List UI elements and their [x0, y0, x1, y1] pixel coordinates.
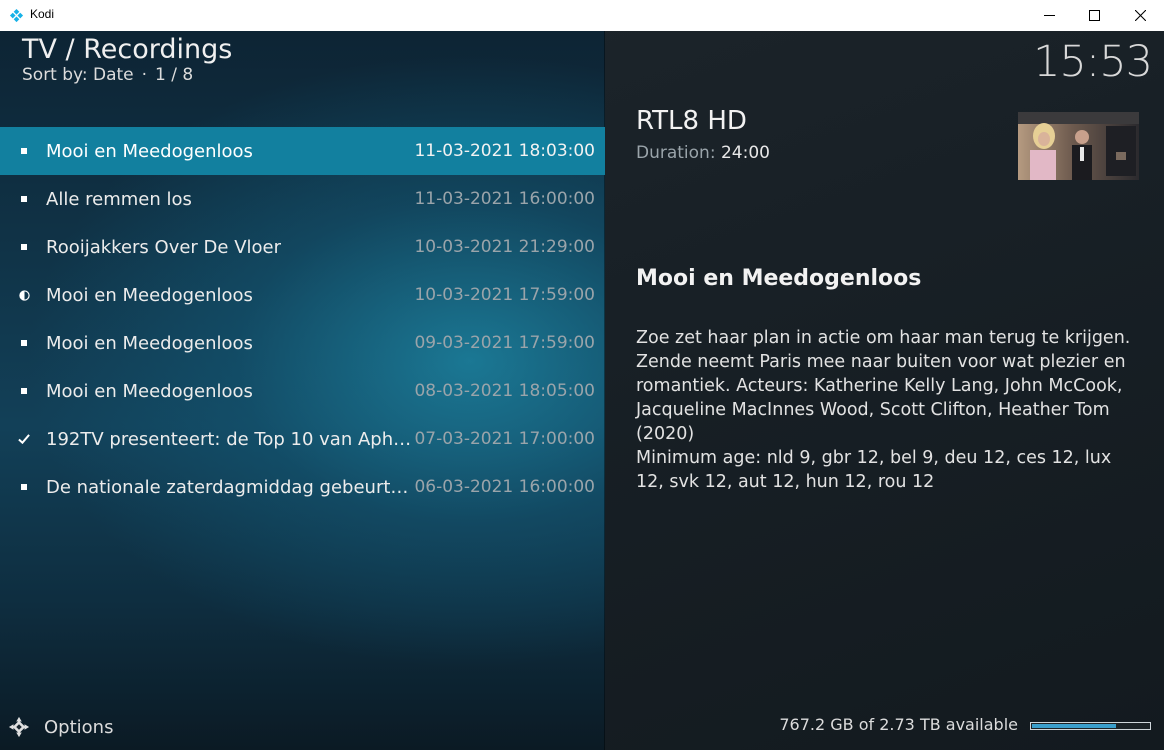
recording-thumbnail: [1018, 112, 1139, 180]
maximize-button[interactable]: [1071, 0, 1117, 31]
recording-title: Mooi en Meedogenloos: [46, 284, 253, 306]
recording-title: Mooi en Meedogenloos: [46, 140, 253, 162]
separator: ·: [141, 65, 148, 85]
kodi-logo-icon: [9, 8, 24, 23]
clock: 15:53: [1033, 37, 1153, 87]
storage-info: 767.2 GB of 2.73 TB available: [779, 715, 1018, 734]
recording-row[interactable]: Mooi en Meedogenloos 11-03-2021 18:03:00: [0, 127, 605, 175]
partially-watched-icon: [18, 289, 30, 301]
gear-icon: [8, 716, 30, 738]
recording-date: 08-03-2021 18:05:00: [414, 381, 595, 401]
minimum-age-text: Minimum age: nld 9, gbr 12, bel 9, deu 1…: [636, 448, 1112, 492]
watched-check-icon: [18, 433, 30, 445]
recordings-list: Mooi en Meedogenloos 11-03-2021 18:03:00…: [0, 127, 605, 511]
recording-title: Mooi en Meedogenloos: [46, 380, 253, 402]
recording-date: 09-03-2021 17:59:00: [414, 333, 595, 353]
recording-date: 07-03-2021 17:00:00: [414, 429, 595, 449]
recording-date: 10-03-2021 17:59:00: [414, 285, 595, 305]
recording-title: Alle remmen los: [46, 188, 192, 210]
duration: Duration: 24:00: [636, 143, 770, 163]
recording-row[interactable]: Mooi en Meedogenloos 09-03-2021 17:59:00: [0, 319, 605, 367]
sort-info: Sort by: Date · 1 / 8: [22, 65, 193, 85]
channel-name: RTL8 HD: [636, 106, 747, 136]
minimize-icon: [1043, 15, 1055, 16]
recording-row[interactable]: Rooijakkers Over De Vloer 10-03-2021 21:…: [0, 223, 605, 271]
program-description: Zoe zet haar plan in actie om haar man t…: [636, 326, 1136, 494]
options-button[interactable]: Options: [8, 714, 113, 740]
unwatched-square-icon: [18, 241, 30, 253]
recording-date: 11-03-2021 16:00:00: [414, 189, 595, 209]
options-label: Options: [44, 716, 114, 738]
recording-row[interactable]: Alle remmen los 11-03-2021 16:00:00: [0, 175, 605, 223]
storage-bar: [1030, 722, 1151, 730]
recording-date: 11-03-2021 18:03:00: [414, 141, 595, 161]
recording-row[interactable]: Mooi en Meedogenloos 10-03-2021 17:59:00: [0, 271, 605, 319]
recording-title: 192TV presenteert: de Top 10 van Aphrod.…: [46, 428, 416, 450]
close-icon: [1134, 10, 1146, 21]
unwatched-square-icon: [18, 481, 30, 493]
recording-date: 10-03-2021 21:29:00: [414, 237, 595, 257]
recording-row[interactable]: Mooi en Meedogenloos 08-03-2021 18:05:00: [0, 367, 605, 415]
list-position: 1 / 8: [155, 65, 194, 85]
sort-label[interactable]: Sort by: Date: [22, 65, 134, 85]
window-title-bar: Kodi: [0, 0, 1164, 32]
unwatched-square-icon: [18, 337, 30, 349]
recording-title: De nationale zaterdagmiddag gebeurtenis: [46, 476, 416, 498]
kodi-main-area: TV / Recordings Sort by: Date · 1 / 8 15:5…: [0, 31, 1164, 750]
recording-row[interactable]: 192TV presenteert: de Top 10 van Aphrod.…: [0, 415, 605, 463]
recording-date: 06-03-2021 16:00:00: [414, 477, 595, 497]
recording-title: Rooijakkers Over De Vloer: [46, 236, 282, 258]
unwatched-square-icon: [18, 145, 30, 157]
storage-bar-fill: [1032, 724, 1116, 728]
unwatched-square-icon: [18, 385, 30, 397]
program-title: Mooi en Meedogenloos: [636, 266, 922, 291]
window-title: Kodi: [30, 7, 55, 21]
duration-label: Duration:: [636, 143, 716, 163]
close-button[interactable]: [1117, 0, 1163, 31]
recording-title: Mooi en Meedogenloos: [46, 332, 253, 354]
recording-row[interactable]: De nationale zaterdagmiddag gebeurtenis …: [0, 463, 605, 511]
duration-value: 24:00: [720, 143, 770, 163]
description-text: Zoe zet haar plan in actie om haar man t…: [636, 328, 1131, 444]
minimize-button[interactable]: [1026, 0, 1072, 31]
maximize-icon: [1088, 10, 1100, 21]
page-title: TV / Recordings: [22, 34, 233, 65]
unwatched-square-icon: [18, 193, 30, 205]
